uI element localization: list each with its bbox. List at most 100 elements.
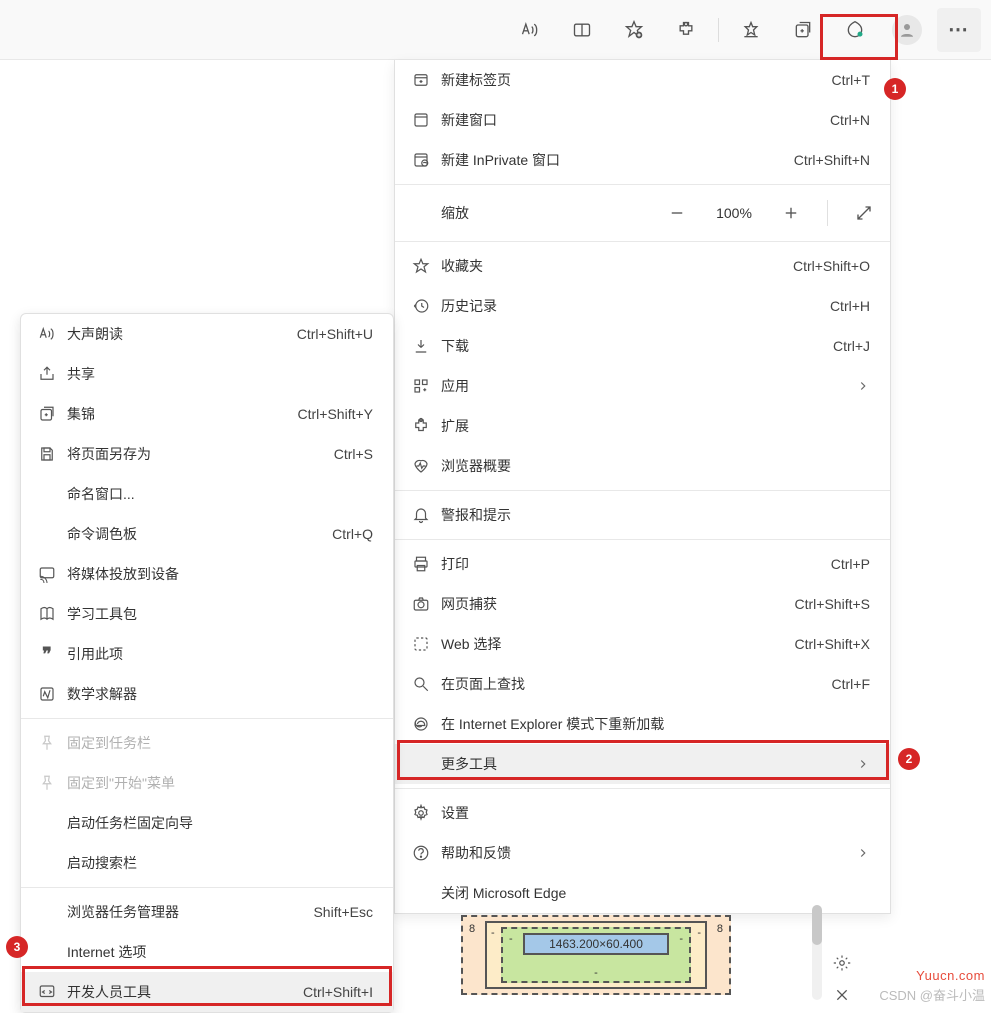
menu-label: 在 Internet Explorer 模式下重新加载	[435, 714, 870, 734]
submenu-cite[interactable]: ❞ 引用此项	[21, 634, 393, 674]
annotation-badge-1: 1	[884, 78, 906, 100]
zoom-in-button[interactable]	[777, 199, 805, 227]
add-favorite-button[interactable]	[612, 8, 656, 52]
menu-label: 新建窗口	[435, 110, 830, 130]
devtools-close-button[interactable]	[827, 980, 857, 1010]
menu-print[interactable]: 打印 Ctrl+P	[395, 544, 890, 584]
menu-new-inprivate[interactable]: 新建 InPrivate 窗口 Ctrl+Shift+N	[395, 140, 890, 180]
menu-shortcut: Ctrl+P	[831, 556, 870, 572]
submenu-pin-start: 固定到"开始"菜单	[21, 763, 393, 803]
fullscreen-button[interactable]	[850, 199, 878, 227]
menu-label: 大声朗读	[61, 324, 297, 344]
submenu-collections[interactable]: 集锦 Ctrl+Shift+Y	[21, 394, 393, 434]
devtools-settings-button[interactable]	[827, 948, 857, 978]
menu-apps[interactable]: 应用	[395, 366, 890, 406]
menu-label: 启动搜索栏	[61, 853, 373, 873]
watermark-site: Yuucn.com	[879, 968, 985, 983]
menu-find[interactable]: 在页面上查找 Ctrl+F	[395, 664, 890, 704]
submenu-math-solver[interactable]: 数学求解器	[21, 674, 393, 714]
menu-settings[interactable]: 设置	[395, 793, 890, 833]
help-icon	[407, 844, 435, 862]
read-aloud-icon	[33, 325, 61, 343]
collections-icon	[33, 405, 61, 423]
menu-label: 历史记录	[435, 296, 830, 316]
more-menu-button[interactable]: ⋯	[937, 8, 981, 52]
menu-separator	[395, 490, 890, 491]
web-select-icon	[407, 635, 435, 653]
menu-shortcut: Ctrl+Shift+N	[794, 152, 870, 168]
border-value: -	[491, 927, 495, 939]
menu-label: 警报和提示	[435, 505, 870, 525]
history-icon	[407, 297, 435, 315]
search-icon	[407, 675, 435, 693]
menu-ie-mode[interactable]: 在 Internet Explorer 模式下重新加载	[395, 704, 890, 744]
menu-label: 将页面另存为	[61, 444, 334, 464]
ie-icon	[407, 715, 435, 733]
menu-extensions[interactable]: 扩展	[395, 406, 890, 446]
cast-icon	[33, 565, 61, 583]
submenu-name-window[interactable]: 命名窗口...	[21, 474, 393, 514]
zoom-out-button[interactable]	[663, 199, 691, 227]
submenu-task-manager[interactable]: 浏览器任务管理器 Shift+Esc	[21, 892, 393, 932]
menu-label: 下载	[435, 336, 833, 356]
menu-shortcut: Ctrl+F	[832, 676, 871, 692]
menu-label: 浏览器任务管理器	[61, 902, 313, 922]
zoom-value: 100%	[709, 205, 759, 221]
menu-downloads[interactable]: 下载 Ctrl+J	[395, 326, 890, 366]
new-window-icon	[407, 111, 435, 129]
watermark-author: CSDN @奋斗小温	[879, 985, 985, 1004]
submenu-search-bar[interactable]: 启动搜索栏	[21, 843, 393, 883]
math-icon	[33, 685, 61, 703]
extensions-button[interactable]	[664, 8, 708, 52]
menu-label: 新建 InPrivate 窗口	[435, 150, 794, 170]
submenu-command-palette[interactable]: 命令调色板 Ctrl+Q	[21, 514, 393, 554]
menu-browser-essentials[interactable]: 浏览器概要	[395, 446, 890, 486]
star-icon	[407, 257, 435, 275]
submenu-learning-tools[interactable]: 学习工具包	[21, 594, 393, 634]
padding-value: -	[679, 933, 683, 945]
menu-label: 打印	[435, 554, 831, 574]
devtools-scrollbar[interactable]	[812, 905, 822, 1000]
menu-separator	[395, 184, 890, 185]
margin-value: 8	[469, 923, 475, 935]
menu-separator	[21, 718, 393, 719]
menu-history[interactable]: 历史记录 Ctrl+H	[395, 286, 890, 326]
annotation-box-3	[22, 966, 392, 1006]
split-screen-button[interactable]	[560, 8, 604, 52]
favorites-list-button[interactable]	[729, 8, 773, 52]
submenu-save-as[interactable]: 将页面另存为 Ctrl+S	[21, 434, 393, 474]
menu-shortcut: Ctrl+Q	[332, 526, 373, 542]
menu-new-window[interactable]: 新建窗口 Ctrl+N	[395, 100, 890, 140]
menu-shortcut: Ctrl+Shift+S	[795, 596, 870, 612]
menu-web-capture[interactable]: 网页捕获 Ctrl+Shift+S	[395, 584, 890, 624]
menu-alerts[interactable]: 警报和提示	[395, 495, 890, 535]
pin-icon	[33, 774, 61, 792]
menu-label: 命令调色板	[61, 524, 332, 544]
inprivate-icon	[407, 151, 435, 169]
submenu-cast[interactable]: 将媒体投放到设备	[21, 554, 393, 594]
menu-label: 扩展	[435, 416, 870, 436]
menu-shortcut: Shift+Esc	[313, 904, 373, 920]
download-icon	[407, 337, 435, 355]
menu-shortcut: Ctrl+Shift+Y	[298, 406, 373, 422]
menu-help[interactable]: 帮助和反馈	[395, 833, 890, 873]
submenu-share[interactable]: 共享	[21, 354, 393, 394]
heartbeat-icon	[407, 457, 435, 475]
annotation-badge-2: 2	[898, 748, 920, 770]
scrollbar-thumb[interactable]	[812, 905, 822, 945]
menu-shortcut: Ctrl+Shift+O	[793, 258, 870, 274]
menu-label: 将媒体投放到设备	[61, 564, 373, 584]
submenu-taskbar-wizard[interactable]: 启动任务栏固定向导	[21, 803, 393, 843]
menu-favorites[interactable]: 收藏夹 Ctrl+Shift+O	[395, 246, 890, 286]
collections-button[interactable]	[781, 8, 825, 52]
menu-shortcut: Ctrl+T	[832, 72, 871, 88]
menu-label: 新建标签页	[435, 70, 832, 90]
submenu-read-aloud[interactable]: 大声朗读 Ctrl+Shift+U	[21, 314, 393, 354]
menu-label: 学习工具包	[61, 604, 373, 624]
read-aloud-button[interactable]	[508, 8, 552, 52]
menu-label: 命名窗口...	[61, 484, 373, 504]
margin-value: 8	[717, 923, 723, 935]
menu-web-select[interactable]: Web 选择 Ctrl+Shift+X	[395, 624, 890, 664]
menu-new-tab[interactable]: 新建标签页 Ctrl+T	[395, 60, 890, 100]
menu-shortcut: Ctrl+S	[334, 446, 373, 462]
